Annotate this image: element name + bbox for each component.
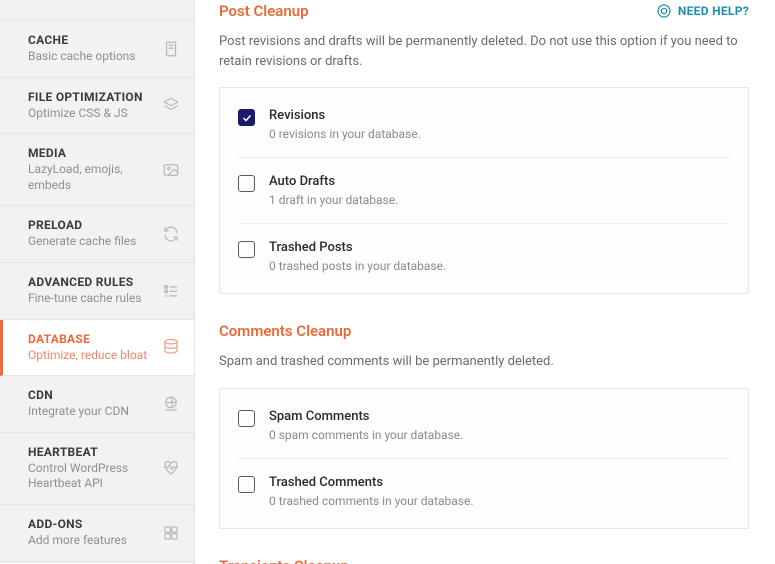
sidebar-item-cdn[interactable]: CDN Integrate your CDN [0, 376, 194, 433]
main-content: Post Cleanup NEED HELP? Post revisions a… [195, 0, 775, 564]
sidebar-item-heartbeat[interactable]: HEARTBEAT Control WordPress Heartbeat AP… [0, 433, 194, 505]
sidebar-item-title: HEARTBEAT [28, 445, 154, 459]
section-comments-cleanup: Comments Cleanup Spam and trashed commen… [219, 322, 749, 529]
option-label: Auto Drafts [269, 174, 398, 189]
option-label: Trashed Posts [269, 240, 446, 255]
sidebar-item-subtitle: LazyLoad, emojis, embeds [28, 162, 154, 193]
sidebar-item-advanced-rules[interactable]: ADVANCED RULES Fine-tune cache rules [0, 263, 194, 320]
sidebar-item-media[interactable]: MEDIA LazyLoad, emojis, embeds [0, 134, 194, 206]
sidebar-item-title: PRELOAD [28, 218, 154, 232]
help-icon [656, 3, 672, 19]
sidebar-item-title: ADD-ONS [28, 517, 154, 531]
page-icon [162, 40, 180, 58]
section-description: Post revisions and drafts will be perman… [219, 32, 749, 71]
sidebar-item-title: MEDIA [28, 146, 154, 160]
sidebar-item-subtitle: Optimize, reduce bloat [28, 348, 154, 364]
option-label: Trashed Comments [269, 475, 474, 490]
need-help-label: NEED HELP? [678, 4, 749, 18]
list-icon [162, 282, 180, 300]
option-trashed-comments: Trashed Comments 0 trashed comments in y… [238, 459, 730, 524]
section-description: Spam and trashed comments will be perman… [219, 352, 749, 372]
checkbox-trashed-posts[interactable] [238, 241, 255, 258]
option-label: Revisions [269, 108, 421, 123]
globe-icon [162, 395, 180, 413]
sidebar-item-stub[interactable] [0, 8, 194, 21]
checkbox-trashed-comments[interactable] [238, 476, 255, 493]
image-icon [162, 161, 180, 179]
option-sub: 0 spam comments in your database. [269, 428, 463, 442]
section-title: Comments Cleanup [219, 322, 749, 340]
option-spam-comments: Spam Comments 0 spam comments in your da… [238, 393, 730, 459]
sidebar-item-file-optimization[interactable]: FILE OPTIMIZATION Optimize CSS & JS [0, 78, 194, 135]
option-sub: 0 trashed comments in your database. [269, 494, 474, 508]
option-sub: 0 revisions in your database. [269, 127, 421, 141]
option-sub: 1 draft in your database. [269, 193, 398, 207]
sidebar-item-subtitle: Generate cache files [28, 234, 154, 250]
sidebar-item-title: DATABASE [28, 332, 154, 346]
sidebar-item-title: CDN [28, 388, 154, 402]
sidebar-item-title: FILE OPTIMIZATION [28, 90, 154, 104]
sidebar-item-subtitle: Add more features [28, 533, 154, 549]
sidebar-item-database[interactable]: DATABASE Optimize, reduce bloat [0, 320, 194, 377]
sidebar-item-subtitle: Optimize CSS & JS [28, 106, 154, 122]
option-sub: 0 trashed posts in your database. [269, 259, 446, 273]
database-icon [162, 338, 180, 356]
sidebar-item-subtitle: Integrate your CDN [28, 404, 154, 420]
checkbox-spam-comments[interactable] [238, 410, 255, 427]
sidebar-item-subtitle: Basic cache options [28, 49, 154, 65]
options-box: Revisions 0 revisions in your database. … [219, 87, 749, 294]
sidebar-item-subtitle: Fine-tune cache rules [28, 291, 154, 307]
option-revisions: Revisions 0 revisions in your database. [238, 92, 730, 158]
section-transients-cleanup: Transients Cleanup [219, 557, 749, 564]
option-trashed-posts: Trashed Posts 0 trashed posts in your da… [238, 224, 730, 289]
option-label: Spam Comments [269, 409, 463, 424]
sidebar-item-title: ADVANCED RULES [28, 275, 154, 289]
section-title: Post Cleanup [219, 2, 309, 20]
section-title: Transients Cleanup [219, 557, 749, 564]
sidebar-item-preload[interactable]: PRELOAD Generate cache files [0, 206, 194, 263]
addons-icon [162, 524, 180, 542]
checkbox-auto-drafts[interactable] [238, 175, 255, 192]
options-box: Spam Comments 0 spam comments in your da… [219, 388, 749, 529]
sidebar-item-add-ons[interactable]: ADD-ONS Add more features [0, 505, 194, 562]
need-help-link[interactable]: NEED HELP? [656, 3, 749, 19]
checkbox-revisions[interactable] [238, 109, 255, 126]
refresh-icon [162, 225, 180, 243]
option-auto-drafts: Auto Drafts 1 draft in your database. [238, 158, 730, 224]
sidebar: CACHE Basic cache options FILE OPTIMIZAT… [0, 0, 195, 564]
sidebar-item-cache[interactable]: CACHE Basic cache options [0, 21, 194, 78]
sidebar-item-title: CACHE [28, 33, 154, 47]
heartbeat-icon [162, 459, 180, 477]
section-post-cleanup: Post Cleanup NEED HELP? Post revisions a… [219, 2, 749, 294]
sidebar-item-subtitle: Control WordPress Heartbeat API [28, 461, 154, 492]
layers-icon [162, 96, 180, 114]
